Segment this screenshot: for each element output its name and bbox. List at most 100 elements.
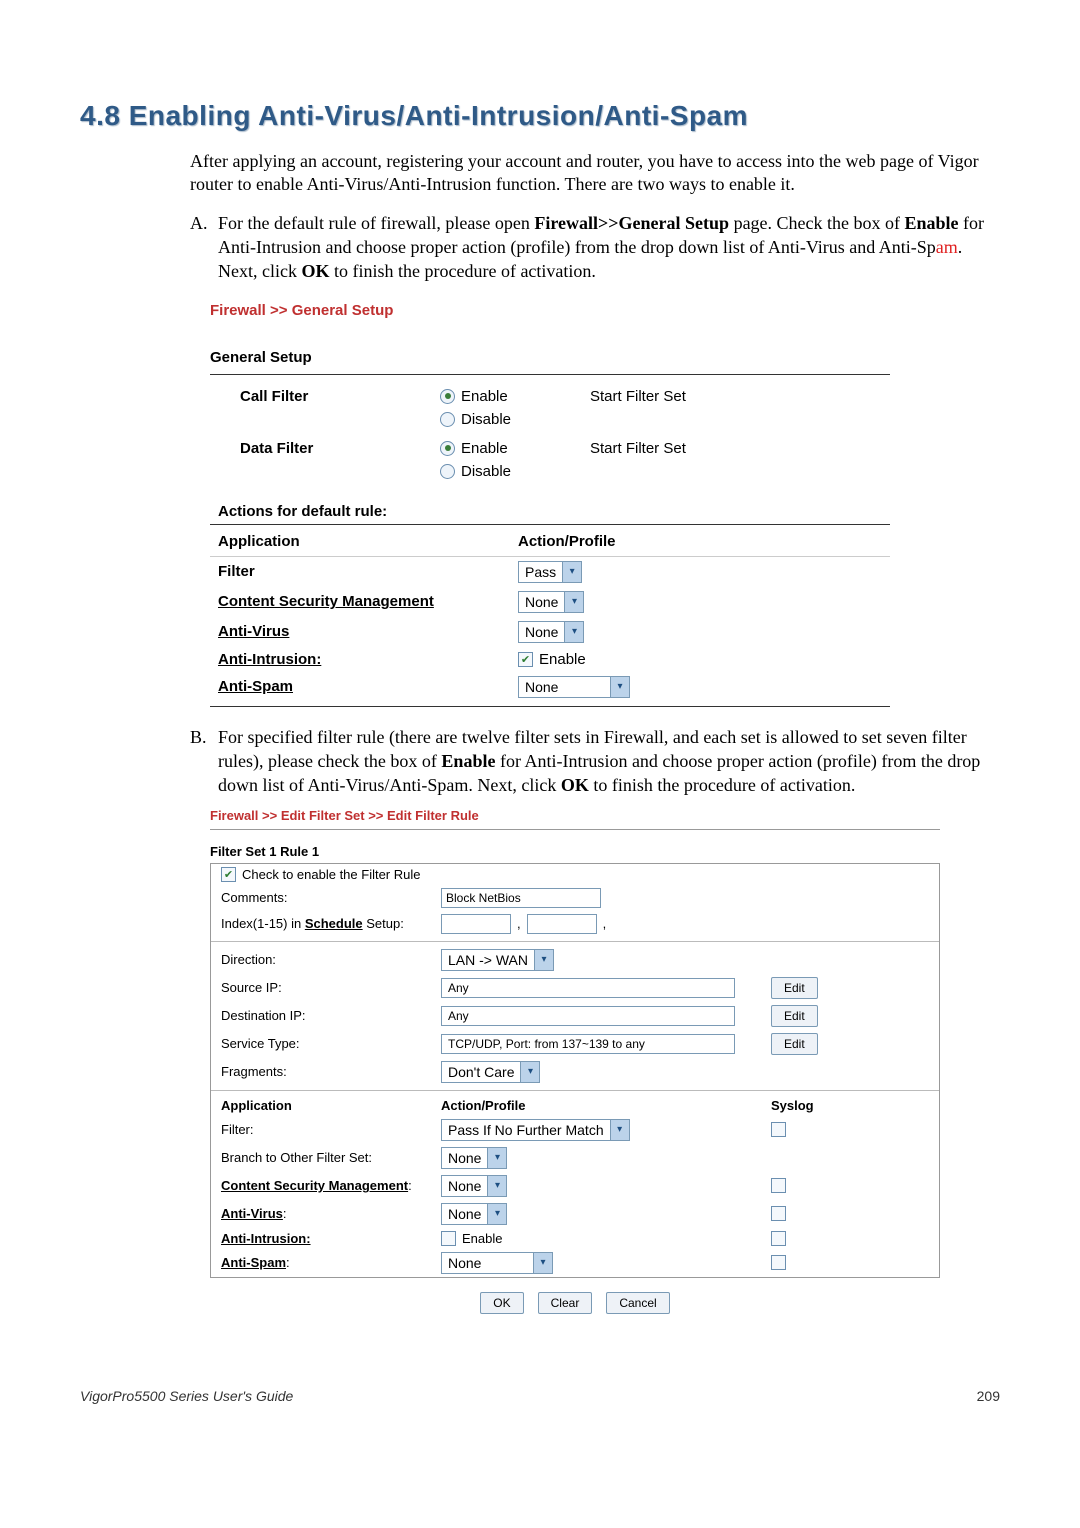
intro-paragraph: After applying an account, registering y… — [80, 150, 1000, 197]
edit-service-button[interactable]: Edit — [771, 1033, 818, 1055]
select-value: None — [442, 1178, 487, 1194]
select-value: Don't Care — [442, 1064, 520, 1080]
chevron-down-icon: ▾ — [564, 622, 583, 642]
bold-text: OK — [301, 261, 329, 281]
anti-spam-select[interactable]: None ▾ — [518, 676, 630, 698]
chevron-down-icon: ▾ — [610, 677, 629, 697]
branch-select[interactable]: None ▾ — [441, 1147, 507, 1169]
chevron-down-icon: ▾ — [487, 1176, 506, 1196]
edit-dest-button[interactable]: Edit — [771, 1005, 818, 1027]
actions-heading: Actions for default rule: — [210, 503, 890, 520]
direction-select[interactable]: LAN -> WAN ▾ — [441, 949, 554, 971]
bold-text: Enable — [905, 213, 959, 233]
syslog-checkbox[interactable] — [771, 1255, 786, 1270]
ok-button[interactable]: OK — [480, 1292, 523, 1314]
edit-filter-rule-panel: Firewall >> Edit Filter Set >> Edit Filt… — [210, 808, 940, 1318]
radio-label: Enable — [461, 440, 508, 457]
chevron-down-icon: ▾ — [520, 1062, 539, 1082]
syslog-checkbox[interactable] — [771, 1122, 786, 1137]
anti-spam-select[interactable]: None ▾ — [441, 1252, 553, 1274]
select-value: None — [442, 1255, 533, 1271]
csm-select[interactable]: None ▾ — [518, 591, 584, 613]
data-filter-disable-radio[interactable] — [440, 464, 455, 479]
filter-action-select[interactable]: Pass If No Further Match ▾ — [441, 1119, 630, 1141]
schedule-label: Index(1-15) in — [221, 916, 305, 931]
edit-source-button[interactable]: Edit — [771, 977, 818, 999]
anti-spam-link[interactable]: Anti-Spam — [218, 678, 518, 695]
fragments-select[interactable]: Don't Care ▾ — [441, 1061, 540, 1083]
anti-virus-select[interactable]: None ▾ — [441, 1203, 507, 1225]
anti-intrusion-link[interactable]: Anti-Intrusion: — [218, 651, 518, 668]
chevron-down-icon: ▾ — [562, 562, 581, 582]
hdr-application: Application — [221, 1098, 441, 1113]
anti-virus-link[interactable]: Anti-Virus — [221, 1206, 283, 1221]
anti-virus-link[interactable]: Anti-Virus — [218, 623, 518, 640]
anti-virus-select[interactable]: None ▾ — [518, 621, 584, 643]
anti-intrusion-link[interactable]: Anti-Intrusion: — [221, 1231, 311, 1246]
fragments-label: Fragments: — [221, 1064, 441, 1079]
enable-rule-checkbox[interactable] — [221, 867, 236, 882]
row-branch-label: Branch to Other Filter Set: — [221, 1150, 441, 1165]
select-value: LAN -> WAN — [442, 952, 534, 968]
list-marker-b: B. — [190, 725, 218, 798]
dest-ip-label: Destination IP: — [221, 1008, 441, 1023]
text: page. Check the box of — [729, 213, 904, 233]
anti-intrusion-checkbox[interactable] — [518, 652, 533, 667]
filter-select[interactable]: Pass ▾ — [518, 561, 582, 583]
csm-link[interactable]: Content Security Management — [221, 1178, 408, 1193]
csm-select[interactable]: None ▾ — [441, 1175, 507, 1197]
source-ip-field: Any — [441, 978, 735, 998]
clear-button[interactable]: Clear — [538, 1292, 593, 1314]
comments-input[interactable]: Block NetBios — [441, 888, 601, 908]
select-value: Pass If No Further Match — [442, 1122, 610, 1138]
start-filter-set-label: Start Filter Set — [590, 440, 790, 457]
chevron-down-icon: ▾ — [487, 1148, 506, 1168]
text: to finish the procedure of activation. — [330, 261, 596, 281]
radio-label: Disable — [461, 463, 511, 480]
bold-text: Firewall>>General Setup — [534, 213, 729, 233]
call-filter-enable-radio[interactable] — [440, 389, 455, 404]
schedule-link[interactable]: Schedule — [305, 916, 363, 931]
list-item-b: B. For specified filter rule (there are … — [190, 725, 1000, 798]
footer-guide-title: VigorPro5500 Series User's Guide — [80, 1388, 293, 1404]
rule-title: Filter Set 1 Rule 1 — [210, 844, 940, 859]
list-item-a: A. For the default rule of firewall, ple… — [190, 211, 1000, 284]
row-filter-label: Filter — [218, 563, 518, 580]
data-filter-label: Data Filter — [240, 440, 440, 457]
select-value: None — [442, 1150, 487, 1166]
syslog-checkbox[interactable] — [771, 1206, 786, 1221]
service-type-label: Service Type: — [221, 1036, 441, 1051]
section-heading: 4.8 Enabling Anti-Virus/Anti-Intrusion/A… — [80, 100, 1000, 132]
source-ip-label: Source IP: — [221, 980, 441, 995]
schedule-suffix: Setup: — [363, 916, 404, 931]
select-value: None — [519, 594, 564, 610]
list-marker-a: A. — [190, 211, 218, 284]
select-value: None — [442, 1206, 487, 1222]
general-setup-panel: Firewall >> General Setup General Setup … — [210, 302, 890, 707]
syslog-checkbox[interactable] — [771, 1178, 786, 1193]
syslog-checkbox[interactable] — [771, 1231, 786, 1246]
schedule-input-1[interactable] — [441, 914, 511, 934]
comments-label: Comments: — [221, 890, 441, 905]
breadcrumb: Firewall >> General Setup — [210, 302, 890, 319]
page-number: 209 — [977, 1388, 1000, 1404]
col-action-profile: Action/Profile — [518, 533, 718, 550]
direction-label: Direction: — [221, 952, 441, 967]
checkbox-label: Enable — [539, 651, 586, 668]
anti-intrusion-enable-checkbox[interactable] — [441, 1231, 456, 1246]
schedule-input-2[interactable] — [527, 914, 597, 934]
cancel-button[interactable]: Cancel — [606, 1292, 669, 1314]
service-type-field: TCP/UDP, Port: from 137~139 to any — [441, 1034, 735, 1054]
start-filter-set-label: Start Filter Set — [590, 388, 790, 405]
chevron-down-icon: ▾ — [564, 592, 583, 612]
select-value: Pass — [519, 564, 562, 580]
data-filter-enable-radio[interactable] — [440, 441, 455, 456]
select-value: None — [519, 679, 610, 695]
anti-spam-link[interactable]: Anti-Spam — [221, 1255, 286, 1270]
csm-link[interactable]: Content Security Management — [218, 593, 518, 610]
red-text: am — [936, 237, 958, 257]
call-filter-disable-radio[interactable] — [440, 412, 455, 427]
text: For the default rule of firewall, please… — [218, 213, 534, 233]
chevron-down-icon: ▾ — [610, 1120, 629, 1140]
text: to finish the procedure of activation. — [589, 775, 855, 795]
